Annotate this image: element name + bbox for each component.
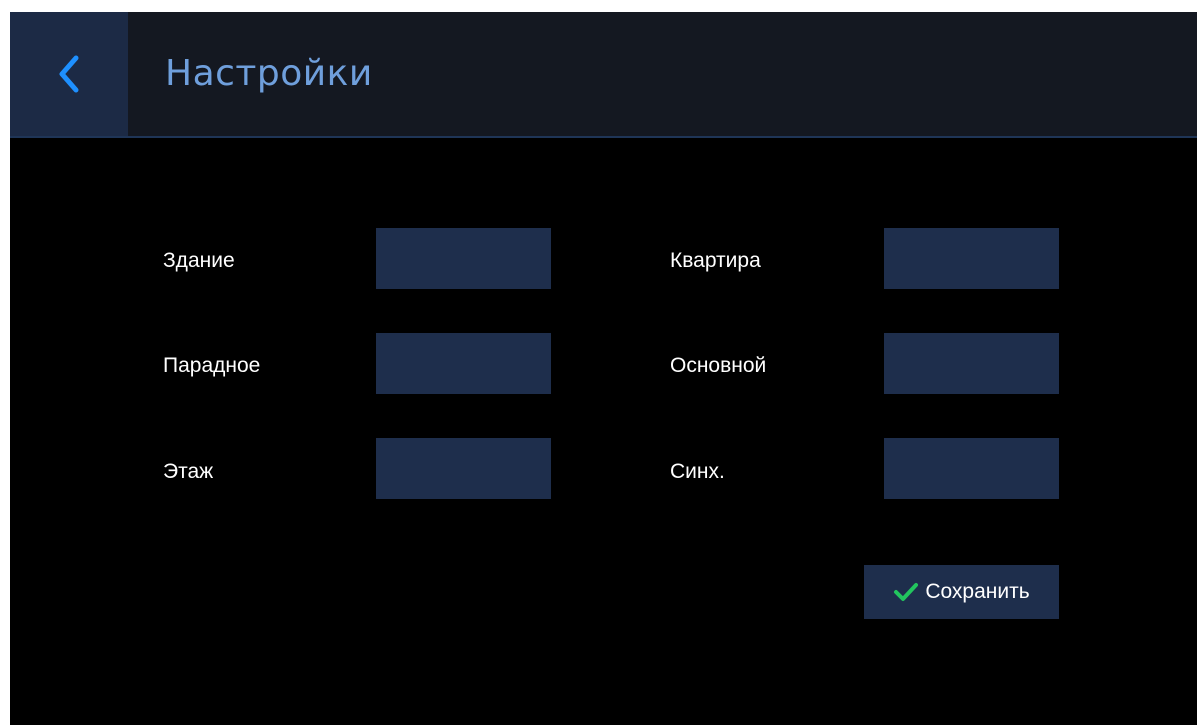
back-button[interactable] (10, 12, 128, 136)
field-label-main: Основной (670, 354, 767, 377)
settings-screen: Настройки Здание Парадное Этаж Квартира … (10, 12, 1197, 725)
field-label-apartment: Квартира (670, 249, 761, 272)
sync-input[interactable] (884, 438, 1059, 499)
field-label-floor: Этаж (163, 460, 214, 483)
field-label-building: Здание (163, 249, 235, 272)
apartment-input[interactable] (884, 228, 1059, 289)
page-title: Настройки (165, 53, 373, 94)
entrance-input[interactable] (376, 333, 551, 394)
main-input[interactable] (884, 333, 1059, 394)
header-bar: Настройки (10, 12, 1197, 138)
chevron-left-icon (59, 55, 79, 93)
field-label-entrance: Парадное (163, 354, 261, 377)
field-label-sync: Синх. (670, 460, 725, 483)
building-input[interactable] (376, 228, 551, 289)
floor-input[interactable] (376, 438, 551, 499)
checkmark-icon (893, 581, 921, 603)
save-button-label: Сохранить (925, 580, 1030, 603)
save-button[interactable]: Сохранить (864, 565, 1059, 619)
